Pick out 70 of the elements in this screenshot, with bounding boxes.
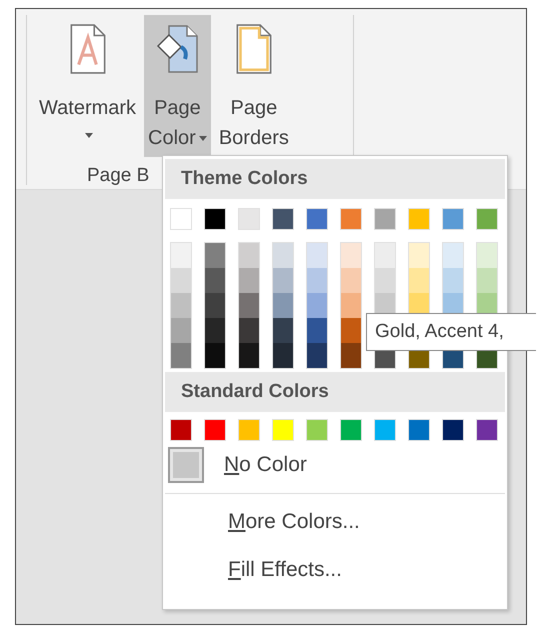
color-swatch[interactable] [340,208,362,230]
color-swatch[interactable] [238,208,260,230]
color-swatch[interactable] [204,208,226,230]
color-swatch[interactable] [171,243,191,268]
color-swatch[interactable] [307,243,327,268]
color-swatch[interactable] [443,243,463,268]
color-swatch[interactable] [307,293,327,318]
color-swatch[interactable] [171,343,191,368]
color-swatch[interactable] [307,318,327,343]
color-swatch[interactable] [273,268,293,293]
color-swatch[interactable] [273,343,293,368]
color-swatch[interactable] [170,419,192,441]
color-swatch[interactable] [171,318,191,343]
menu-item[interactable]: Fill Effects... [228,558,342,582]
color-swatch[interactable] [205,318,225,343]
color-swatch[interactable] [273,293,293,318]
color-swatch[interactable] [171,268,191,293]
color-swatch[interactable] [205,343,225,368]
color-swatch[interactable] [205,293,225,318]
color-swatch[interactable] [443,268,463,293]
ribbon-button[interactable]: Page Color [144,15,211,157]
color-swatch[interactable] [476,419,498,441]
color-swatch[interactable] [204,419,226,441]
color-swatch[interactable] [239,268,259,293]
ribbon-button[interactable]: Page Borders [214,15,293,157]
color-swatch[interactable] [238,419,260,441]
color-swatch[interactable] [476,208,498,230]
color-swatch[interactable] [239,243,259,268]
color-swatch[interactable] [341,343,361,368]
color-swatch[interactable] [306,208,328,230]
color-swatch[interactable] [239,343,259,368]
color-swatch[interactable] [205,243,225,268]
color-swatch[interactable] [408,208,430,230]
color-swatch[interactable] [375,243,395,268]
color-swatch[interactable] [239,293,259,318]
color-swatch[interactable] [341,243,361,268]
color-swatch[interactable] [477,243,497,268]
color-swatch[interactable] [239,318,259,343]
section-header: Theme Colors [165,159,505,199]
color-swatch[interactable] [170,208,192,230]
color-swatch[interactable] [341,293,361,318]
color-swatch[interactable] [307,268,327,293]
color-swatch[interactable] [273,318,293,343]
color-swatch[interactable] [341,318,361,343]
color-swatch[interactable] [442,208,464,230]
color-swatch[interactable] [374,208,396,230]
color-swatch[interactable] [341,268,361,293]
color-swatch[interactable] [375,268,395,293]
group-label: Page B [87,165,150,187]
paint-bucket-page-icon [155,23,200,75]
color-swatch[interactable] [205,268,225,293]
color-swatch[interactable] [408,419,430,441]
empty-swatch-icon [168,447,204,483]
ribbon-button[interactable]: Watermark [35,15,140,157]
color-swatch[interactable] [374,419,396,441]
section-header: Standard Colors [165,372,505,412]
color-swatch[interactable] [409,243,429,268]
color-swatch[interactable] [273,243,293,268]
color-swatch[interactable] [409,268,429,293]
color-swatch[interactable] [171,293,191,318]
color-swatch[interactable] [442,419,464,441]
menu-item[interactable]: No Color [224,453,307,477]
menu-item[interactable]: More Colors... [228,510,360,534]
color-swatch[interactable] [306,419,328,441]
color-swatch[interactable] [272,208,294,230]
color-swatch[interactable] [477,268,497,293]
color-swatch[interactable] [307,343,327,368]
color-swatch[interactable] [340,419,362,441]
tooltip: Gold, Accent 4, [366,313,536,351]
color-swatch[interactable] [272,419,294,441]
